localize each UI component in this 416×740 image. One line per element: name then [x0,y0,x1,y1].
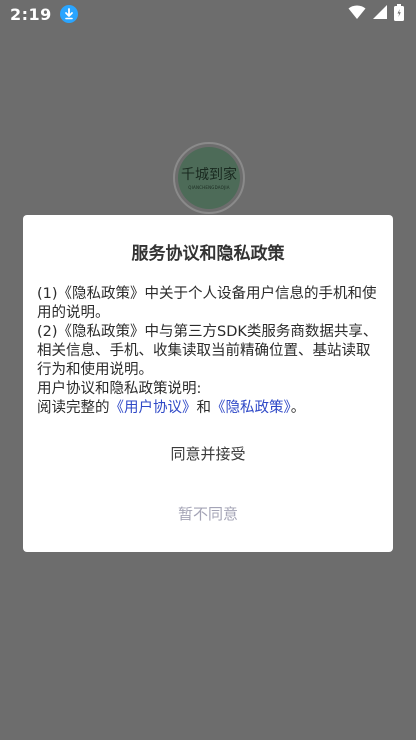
logo-text: 千城到家 [181,166,237,183]
logo-badge: 千城到家 QIANCHENGDAOJIA [178,147,240,209]
and-text: 和 [196,400,212,416]
status-bar: 2:19 [0,0,416,28]
policy-item-2: (2)《隐私政策》中与第三方SDK类服务商数据共享、相关信息、手机、收集读取当前… [37,324,378,378]
read-full-prefix: 阅读完整的 [37,400,110,416]
signal-icon [372,4,388,24]
download-icon [59,5,78,23]
status-time: 2:19 [10,4,52,24]
read-full-suffix: 。 [290,400,306,416]
decline-button[interactable]: 暂不同意 [23,501,393,527]
agree-button[interactable]: 同意并接受 [23,441,393,467]
dialog-title: 服务协议和隐私政策 [131,244,285,264]
wifi-icon [348,4,366,24]
app-logo: 千城到家 QIANCHENGDAOJIA [173,142,245,214]
status-right [348,3,404,25]
status-left: 2:19 [10,5,78,24]
battery-icon [394,3,404,25]
logo-subtext: QIANCHENGDAOJIA [188,184,230,190]
policy-item-1: (1)《隐私政策》中关于个人设备用户信息的手机和使用的说明。 [37,286,377,321]
user-agreement-link[interactable]: 《用户协议》 [110,400,197,416]
policy-explanation-heading: 用户协议和隐私政策说明: [37,381,202,397]
dialog-body: (1)《隐私政策》中关于个人设备用户信息的手机和使用的说明。 (2)《隐私政策》… [37,285,381,418]
read-full-line: 阅读完整的《用户协议》和《隐私政策》。 [37,399,381,418]
privacy-policy-link[interactable]: 《隐私政策》 [211,400,291,416]
privacy-dialog: 服务协议和隐私政策 (1)《隐私政策》中关于个人设备用户信息的手机和使用的说明。… [23,215,393,552]
